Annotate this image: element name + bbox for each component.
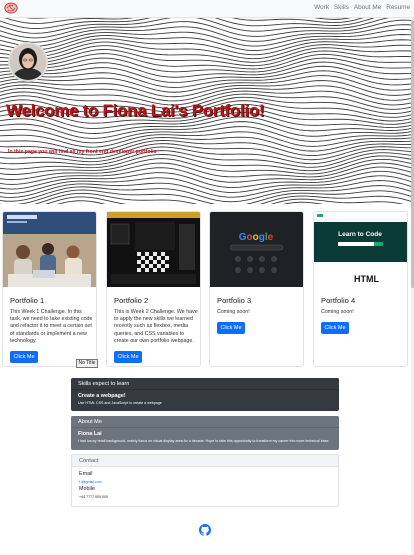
portfolio-card-4: Learn to Code HTML Portfolio 4 Coming so… bbox=[313, 211, 408, 367]
card-title: Portfolio 4 bbox=[321, 296, 356, 305]
navbar: Work Skills About Me Resume bbox=[0, 0, 414, 18]
card-text: This Week 1 Challenge. In this task, we … bbox=[10, 309, 93, 344]
no-title-image-placeholder: No Title bbox=[76, 359, 98, 368]
skills-title: Create a webpage! bbox=[78, 393, 126, 399]
about-panel: About Me Fiona Lai I had luxury retail b… bbox=[71, 416, 339, 450]
hero-subtitle: In this page you will find all my front … bbox=[8, 149, 157, 155]
nav-link-resume[interactable]: Resume bbox=[386, 4, 410, 11]
portfolio-card-2: Portfolio 2 This is Week 2 Challenge. We… bbox=[106, 211, 201, 367]
github-icon[interactable] bbox=[199, 524, 211, 536]
learn-to-code-site: Learn to Code HTML bbox=[314, 212, 407, 287]
hero-banner: Welcome to Fiona Lai's Portfolio! In thi… bbox=[0, 18, 414, 204]
card-title: Portfolio 3 bbox=[217, 296, 252, 305]
portfolio-cards: Portfolio 1 This Week 1 Challenge. In th… bbox=[2, 211, 408, 367]
click-me-button[interactable]: Click Me bbox=[321, 322, 349, 334]
click-me-button[interactable]: Click Me bbox=[217, 322, 245, 334]
email-link[interactable]: f.l@gmail.com bbox=[79, 480, 331, 484]
group-meeting-photo bbox=[3, 212, 96, 287]
about-header: About Me bbox=[71, 416, 339, 428]
nav-link-about-me[interactable]: About Me bbox=[354, 4, 381, 11]
card-text: Coming soon! bbox=[217, 309, 250, 315]
card-text: Coming soon! bbox=[321, 309, 354, 315]
portfolio-card-3: Google Portfolio 3 Coming soon! Click Me bbox=[209, 211, 304, 367]
about-text: I had luxury retail background, mainly f… bbox=[78, 439, 330, 443]
profile-photo bbox=[8, 42, 48, 82]
contact-header: Contact bbox=[72, 455, 338, 467]
skills-text: Use HTML CSS and JavaScript to create a … bbox=[78, 401, 162, 405]
dark-pattern-site bbox=[107, 212, 200, 287]
card-title: Portfolio 2 bbox=[114, 296, 149, 305]
portfolio-card-1: Portfolio 1 This Week 1 Challenge. In th… bbox=[2, 211, 97, 367]
click-me-button[interactable]: Click Me bbox=[10, 351, 38, 363]
mobile-value: +44 7777 000 000 bbox=[79, 495, 109, 499]
email-label: Email bbox=[79, 471, 93, 477]
contact-panel: Contact Email f.l@gmail.com Mobile +44 7… bbox=[71, 454, 339, 507]
brain-icon[interactable] bbox=[4, 2, 18, 14]
mobile-label: Mobile bbox=[79, 486, 95, 492]
skills-panel: Skills expect to learn Create a webpage!… bbox=[71, 378, 339, 411]
card-text: This is Week 2 Challenge. We have to app… bbox=[114, 309, 198, 344]
nav-link-work[interactable]: Work bbox=[314, 4, 329, 11]
svg-text:Google: Google bbox=[239, 232, 274, 243]
google-homepage: Google bbox=[210, 212, 303, 287]
card-title: Portfolio 1 bbox=[10, 296, 45, 305]
about-name: Fiona Lai bbox=[78, 431, 102, 437]
svg-text:HTML: HTML bbox=[354, 274, 379, 284]
skills-header: Skills expect to learn bbox=[71, 378, 339, 390]
svg-text:Learn to Code: Learn to Code bbox=[338, 231, 382, 238]
click-me-button[interactable]: Click Me bbox=[114, 351, 142, 363]
nav-link-skills[interactable]: Skills bbox=[334, 4, 349, 11]
hero-title: Welcome to Fiona Lai's Portfolio! bbox=[6, 101, 265, 120]
nav-links: Work Skills About Me Resume bbox=[314, 4, 410, 11]
